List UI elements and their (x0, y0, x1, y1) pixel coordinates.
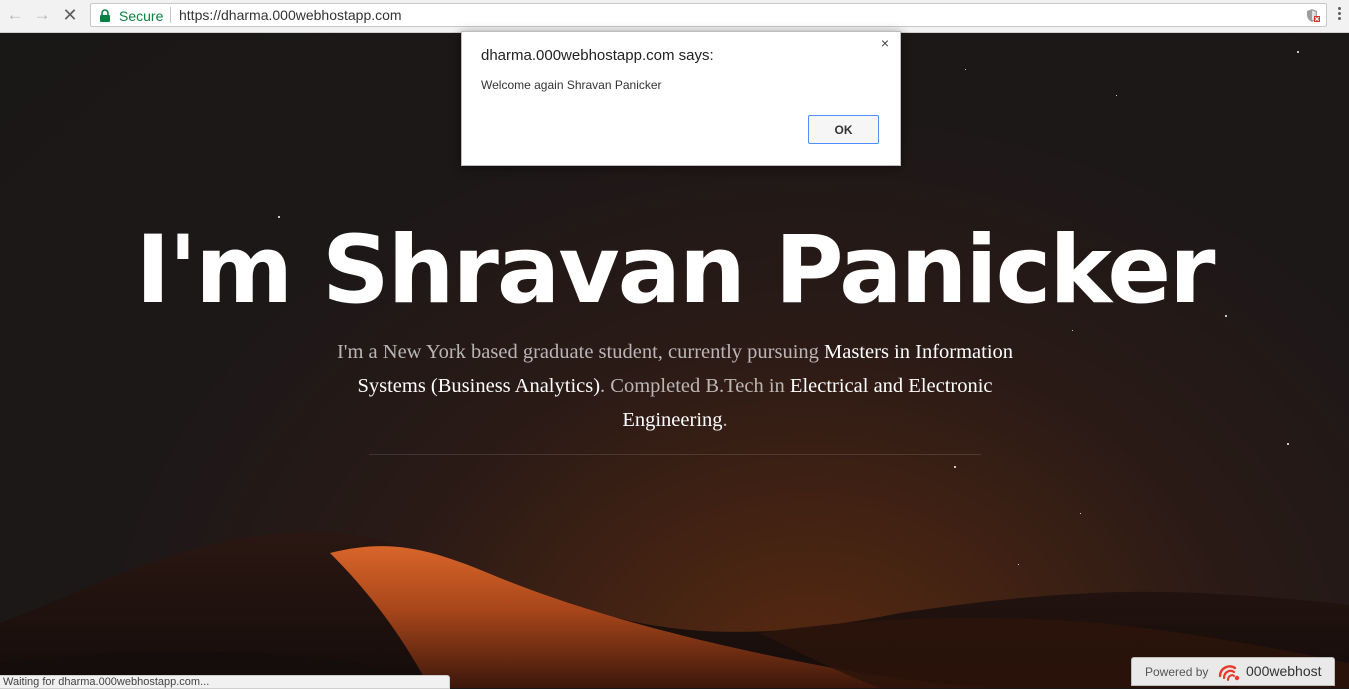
000webhost-logo-icon (1218, 665, 1240, 681)
brand-label: 000webhost (1246, 663, 1322, 679)
url-text[interactable]: https://dharma.000webhostapp.com (179, 7, 402, 23)
subtitle-text: . Completed B.Tech in (600, 375, 790, 397)
powered-by-badge[interactable]: Powered by 000webhost (1131, 657, 1335, 686)
star (1287, 443, 1289, 445)
star (1018, 564, 1019, 565)
url-divider (170, 7, 171, 23)
menu-icon[interactable] (1336, 7, 1342, 25)
shield-icon[interactable] (1305, 8, 1320, 23)
dialog-message: Welcome again Shravan Panicker (481, 78, 662, 92)
alert-dialog: dharma.000webhostapp.com says: × Welcome… (461, 31, 901, 166)
forward-arrow-icon[interactable]: → (30, 4, 54, 26)
powered-label: Powered by (1145, 665, 1209, 679)
lock-icon (100, 9, 110, 22)
status-bar: Waiting for dharma.000webhostapp.com... (0, 675, 450, 689)
stop-icon[interactable]: ✕ (58, 4, 82, 26)
secure-label: Secure (119, 8, 164, 24)
star (1072, 330, 1073, 331)
address-bar[interactable]: Secure https://dharma.000webhostapp.com (90, 3, 1327, 27)
star (1297, 51, 1299, 53)
dialog-title: dharma.000webhostapp.com says: (481, 47, 714, 64)
browser-toolbar: ← → ✕ Secure https://dharma.000webhostap… (0, 0, 1349, 33)
subtitle-text: . (722, 409, 728, 431)
star (965, 69, 966, 70)
hero-subtitle: I'm a New York based graduate student, c… (325, 335, 1025, 437)
divider (369, 454, 981, 455)
hero-title: I'm Shravan Panicker (135, 216, 1216, 325)
star (1080, 513, 1081, 514)
star (1116, 95, 1117, 96)
star (954, 466, 956, 468)
ok-button[interactable]: OK (808, 115, 879, 144)
subtitle-text: I'm a New York based graduate student, c… (336, 341, 825, 363)
close-icon[interactable]: × (878, 35, 892, 51)
back-arrow-icon[interactable]: ← (3, 4, 27, 26)
